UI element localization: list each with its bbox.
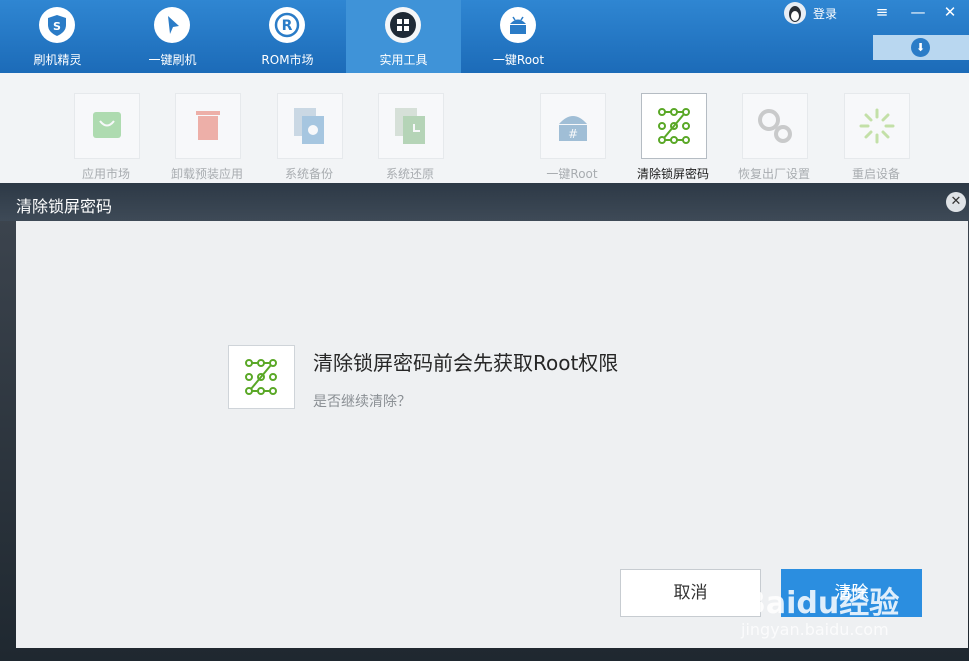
- gears-icon: [758, 109, 792, 143]
- tool-label: 一键Root: [546, 167, 598, 181]
- download-arrow-icon: ⬇: [911, 38, 930, 57]
- tab-utility-tools[interactable]: 实用工具: [346, 0, 461, 73]
- watermark-logo: Baidu经验: [743, 586, 900, 621]
- dialog-title: 清除锁屏密码: [16, 197, 113, 216]
- backup-icon: [294, 108, 324, 144]
- watermark-url: jingyan.baidu.com: [741, 620, 889, 639]
- tab-rom-market[interactable]: R ROM市场: [230, 0, 345, 73]
- tool-label: 清除锁屏密码: [636, 167, 709, 181]
- tab-label: 一键Root: [492, 53, 545, 67]
- tool-factory-reset[interactable]: [742, 93, 808, 159]
- android-root-icon: [500, 7, 536, 43]
- svg-text:R: R: [282, 18, 293, 34]
- close-window-icon[interactable]: ✕: [939, 3, 961, 21]
- minimize-icon[interactable]: —: [907, 3, 929, 21]
- tool-label: 重启设备: [851, 167, 900, 181]
- tool-uninstall-preinstalled[interactable]: [175, 93, 241, 159]
- tab-flash-wizard[interactable]: S 刷机精灵: [0, 0, 115, 73]
- restore-clock-icon: [395, 108, 425, 144]
- tool-label: 系统备份: [284, 167, 333, 181]
- tool-one-click-root[interactable]: #: [540, 93, 606, 159]
- trash-icon: [196, 111, 220, 140]
- tool-label: 系统还原: [385, 167, 434, 181]
- svg-text:S: S: [53, 20, 61, 33]
- tools-panel: # 应用市场 卸载预装应用 系统备份 系统还原 一键Root 清除锁屏密码 恢复…: [0, 73, 969, 183]
- svg-text:#: #: [568, 127, 578, 141]
- shield-icon: S: [39, 7, 75, 43]
- loading-spinner-icon: [859, 108, 895, 144]
- tool-label: 恢复出厂设置: [737, 167, 810, 181]
- cancel-button[interactable]: 取消: [620, 569, 761, 617]
- tab-one-click-root[interactable]: 一键Root: [461, 0, 576, 73]
- download-button[interactable]: ⬇: [873, 35, 969, 60]
- dialog-message: 清除锁屏密码前会先获取Root权限: [313, 351, 619, 375]
- tab-label: 刷机精灵: [33, 53, 82, 67]
- cursor-icon: [154, 7, 190, 43]
- tab-one-click-flash[interactable]: 一键刷机: [115, 0, 230, 73]
- tool-system-restore[interactable]: [378, 93, 444, 159]
- dialog-title-bar: 清除锁屏密码: [0, 183, 969, 221]
- top-nav-bar: S 刷机精灵 一键刷机 R ROM市场 实用工具 一键Root 登录 ≡ — ✕: [0, 0, 969, 73]
- close-icon[interactable]: ✕: [946, 192, 966, 212]
- grid-icon: [385, 7, 421, 43]
- dialog-question: 是否继续清除？: [313, 394, 411, 410]
- login-label: 登录: [813, 7, 838, 21]
- shopping-bag-icon: [93, 112, 121, 138]
- tool-label: 应用市场: [81, 167, 130, 181]
- pattern-lock-icon: [658, 108, 690, 144]
- pattern-lock-icon: [228, 345, 295, 409]
- tool-app-market[interactable]: [74, 93, 140, 159]
- menu-icon[interactable]: ≡: [871, 3, 893, 21]
- qq-penguin-icon: [784, 2, 806, 24]
- tool-reboot-device[interactable]: [844, 93, 910, 159]
- tool-system-backup[interactable]: [277, 93, 343, 159]
- tab-label: 一键刷机: [148, 53, 197, 67]
- tool-label: 卸载预装应用: [170, 167, 243, 181]
- android-root-icon: #: [559, 116, 587, 141]
- tab-label: ROM市场: [261, 53, 314, 67]
- tab-label: 实用工具: [379, 53, 428, 67]
- tool-clear-lock-password[interactable]: [641, 93, 707, 159]
- rom-r-icon: R: [269, 7, 305, 43]
